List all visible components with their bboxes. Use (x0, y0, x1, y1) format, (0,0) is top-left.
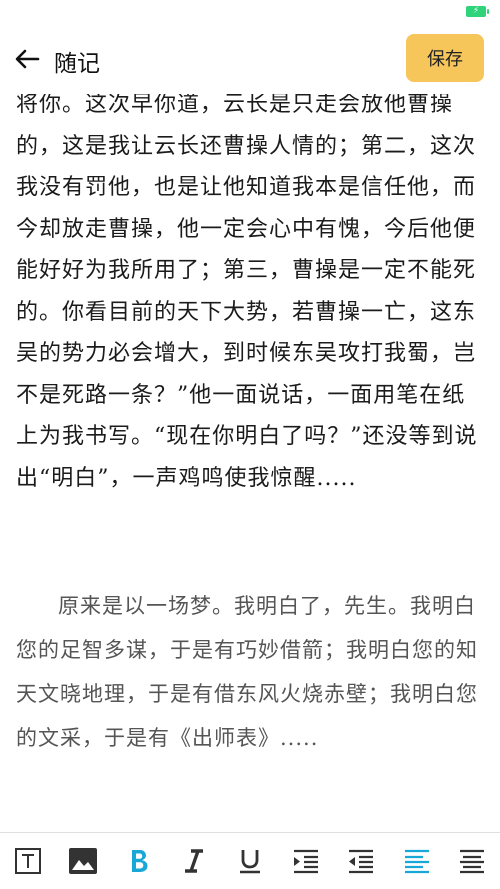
align-left-icon (404, 849, 429, 874)
save-button[interactable]: 保存 (406, 34, 484, 82)
align-justify-icon (460, 849, 485, 874)
indent-decrease-icon (349, 849, 374, 874)
note-paragraph: 将你。这次早你道，云长是只走会放他曹操的，这是我让云长还曹操人情的；第二，这次我… (16, 94, 478, 491)
image-icon (69, 848, 98, 874)
insert-image-button[interactable] (63, 841, 103, 881)
back-button[interactable] (10, 42, 44, 76)
format-toolbar (0, 832, 500, 889)
indent-increase-icon (293, 849, 318, 874)
note-editor[interactable]: 将你。这次早你道，云长是只走会放他曹操的，这是我让云长还曹操人情的；第二，这次我… (0, 94, 500, 832)
insert-text-box-button[interactable] (8, 841, 48, 881)
back-arrow-icon (15, 49, 40, 69)
page-title: 随记 (54, 51, 100, 77)
indent-increase-button[interactable] (286, 841, 326, 881)
italic-button[interactable] (174, 841, 214, 881)
battery-icon: ⚡ (466, 6, 489, 17)
status-bar: ⚡ (0, 0, 500, 22)
indent-decrease-button[interactable] (341, 841, 381, 881)
underline-icon (239, 850, 260, 874)
header: 随记 保存 (0, 22, 500, 94)
align-justify-button[interactable] (452, 841, 492, 881)
underline-button[interactable] (230, 841, 270, 881)
text-box-icon (14, 848, 41, 874)
italic-icon (185, 849, 204, 873)
note-paragraph: 原来是以一场梦。我明白了，先生。我明白您的足智多谋，于是有巧妙借箭；我明白您的知… (16, 594, 478, 750)
bold-icon (131, 850, 148, 872)
align-left-button[interactable] (397, 841, 437, 881)
bold-button[interactable] (119, 841, 159, 881)
